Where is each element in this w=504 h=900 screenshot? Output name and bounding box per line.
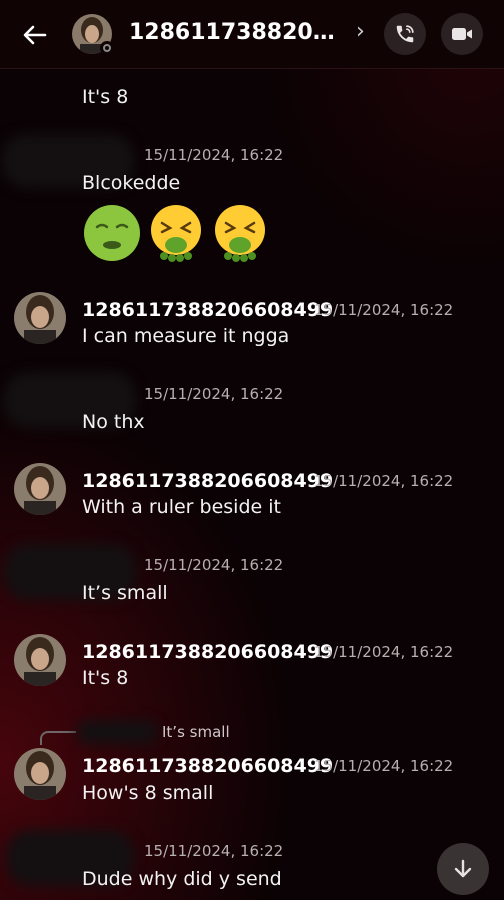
message-author[interactable]: 1286117388206608499	[82, 298, 333, 322]
message-timestamp: 15/11/2024, 16:22	[144, 385, 284, 403]
avatar[interactable]	[14, 634, 66, 686]
voice-call-button[interactable]	[384, 13, 426, 55]
message-timestamp: 15/11/2024, 16:22	[144, 842, 284, 860]
redacted-reply-author	[76, 720, 158, 744]
message-text: No thx	[82, 411, 145, 433]
message-author[interactable]: 1286117388206608499	[82, 754, 333, 778]
chat-title[interactable]: 12861173882066...	[129, 18, 341, 48]
message-timestamp: 15/11/2024, 16:22	[314, 472, 454, 490]
message-author[interactable]: 1286117388206608499	[82, 640, 333, 664]
message-timestamp: 15/11/2024, 16:22	[314, 757, 454, 775]
video-camera-icon	[452, 28, 472, 40]
phone-call-icon	[396, 25, 414, 43]
message-text: Dude why did y send	[82, 868, 282, 890]
avatar[interactable]	[14, 292, 66, 344]
chat-header: 12861173882066... ›	[0, 0, 504, 69]
back-button[interactable]	[20, 20, 50, 50]
message-timestamp: 15/11/2024, 16:22	[314, 301, 454, 319]
message-text: I can measure it ngga	[82, 325, 290, 347]
avatar[interactable]	[14, 748, 66, 800]
reply-preview[interactable]: It’s small	[162, 722, 230, 742]
message-text: How's 8 small	[82, 782, 214, 804]
message-timestamp: 15/11/2024, 16:22	[144, 146, 284, 164]
message-timestamp: 15/11/2024, 16:22	[314, 643, 454, 661]
message-timestamp: 15/11/2024, 16:22	[144, 556, 284, 574]
video-call-button[interactable]	[441, 13, 483, 55]
message-text: Blcokedde	[82, 172, 181, 194]
reply-connector	[40, 731, 76, 745]
arrow-down-icon	[454, 859, 472, 878]
message-text: It's 8	[82, 667, 129, 689]
message-text: It's 8	[82, 86, 129, 108]
avatar[interactable]	[14, 463, 66, 515]
nauseated-face-icon	[84, 205, 140, 261]
status-indicator	[100, 41, 114, 55]
message-text: With a ruler beside it	[82, 496, 281, 518]
message-author[interactable]: 1286117388206608499	[82, 469, 333, 493]
chevron-right-icon[interactable]: ›	[356, 19, 365, 45]
vomiting-face-icon	[151, 205, 201, 262]
vomiting-face-icon	[215, 205, 265, 262]
message-text: It’s small	[82, 582, 168, 604]
scroll-to-bottom-button[interactable]	[437, 843, 489, 895]
arrow-left-icon	[23, 25, 47, 45]
